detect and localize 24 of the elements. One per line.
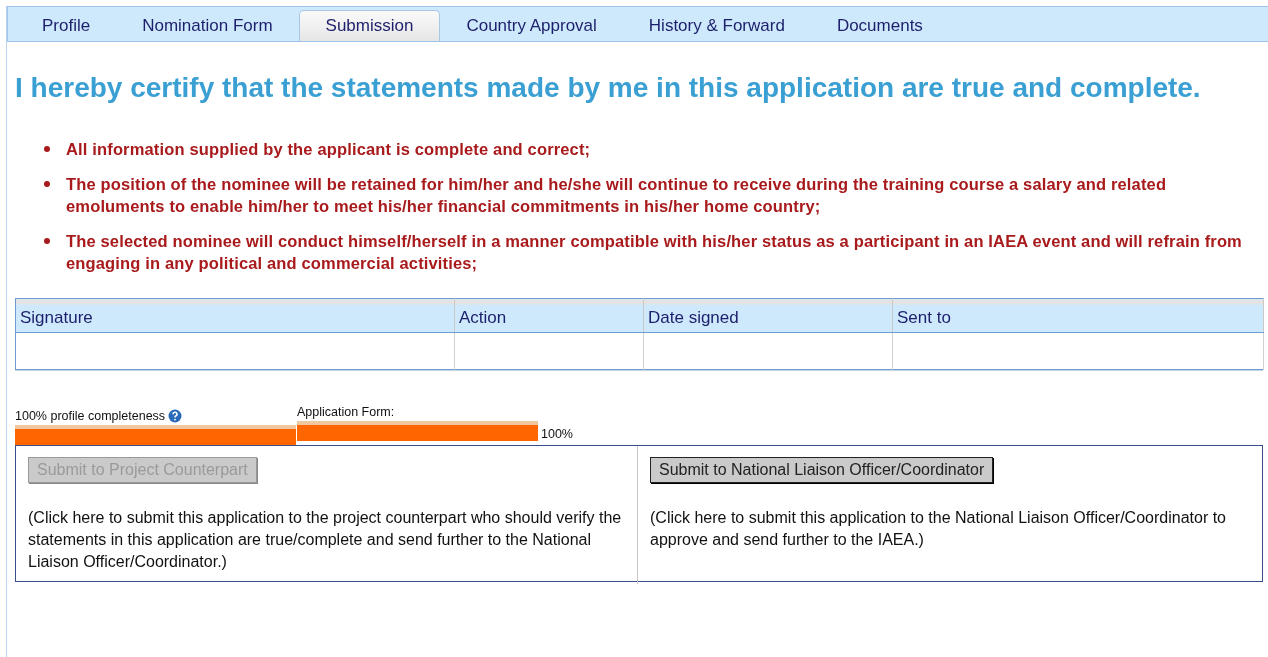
tab[interactable]: History & Forward (622, 11, 811, 41)
tab[interactable]: Submission (298, 10, 441, 41)
column-header: Signature (15, 298, 455, 333)
certification-heading: I hereby certify that the statements made by me in this application are true and complete. (15, 71, 1202, 105)
progress-reading: 100% (541, 427, 573, 441)
statement-text: All information supplied by the applicant is complete and correct; (66, 139, 591, 160)
tab[interactable]: Nomination Form (116, 11, 299, 41)
bullet-icon (44, 181, 50, 187)
statement-text: The selected nominee will conduct himself/herself in a manner compatible with his/her status as a participant in an IAEA event and will refrain from engaging in any political and commercial activities; (66, 231, 1243, 274)
tab[interactable]: Documents (810, 11, 949, 41)
tab[interactable]: Country Approval (440, 11, 623, 41)
progress-label: Application Form: (297, 405, 395, 419)
column-header: Action (454, 298, 644, 333)
submit-button[interactable]: Submit to National Liaison Officer/Coordinator (650, 457, 994, 483)
progress-label: 100% profile completeness (15, 409, 166, 423)
bullet-icon (44, 238, 50, 244)
submit-note: (Click here to submit this application to the National Liaison Officer/Coordinator to approve and send further to the IAEA.) (650, 508, 1227, 550)
submit-note: (Click here to submit this application to the project counterpart who should verify the statements in this application are true/complete and send further to the National Liaison Officer/Coordinator.) (28, 508, 623, 572)
column-header: Date signed (643, 298, 893, 333)
statement-text: The position of the nominee will be retained for him/her and he/she will continue to receive during the training course a salary and related emoluments to enable him/her to meet his/her financial commitments in his/her home country; (66, 174, 1168, 217)
help-icon[interactable] (168, 409, 183, 423)
column-header: Sent to (892, 298, 1264, 333)
bullet-icon (44, 146, 50, 152)
tab[interactable]: Profile (16, 11, 117, 41)
